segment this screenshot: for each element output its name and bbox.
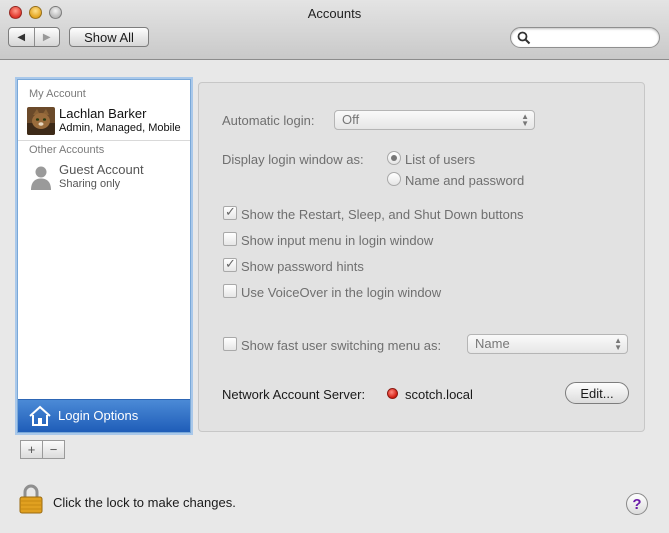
cat-photo-icon bbox=[27, 107, 55, 135]
fast-user-switching-value: Name bbox=[475, 336, 510, 351]
automatic-login-popup[interactable]: Off ▲ ▼ bbox=[334, 110, 535, 130]
display-login-label: Display login window as: bbox=[222, 152, 364, 167]
search-icon bbox=[517, 31, 531, 45]
automatic-login-value: Off bbox=[342, 112, 360, 127]
plus-icon: + bbox=[27, 442, 36, 457]
account-item-guest[interactable]: Guest Account Sharing only bbox=[18, 160, 190, 198]
server-status-icon bbox=[387, 388, 398, 399]
checkbox-label-use-voiceover: Use VoiceOver in the login window bbox=[241, 285, 442, 300]
back-arrow-icon: ◀ bbox=[17, 31, 26, 43]
fast-user-switching-label: Show fast user switching menu as: bbox=[241, 338, 442, 353]
network-account-server-label: Network Account Server: bbox=[222, 387, 366, 402]
edit-server-button[interactable]: Edit... bbox=[565, 382, 629, 404]
checkbox-use-voiceover[interactable] bbox=[223, 284, 237, 298]
fast-user-switching-popup[interactable]: Name ▲ ▼ bbox=[467, 334, 628, 354]
minus-icon: − bbox=[49, 442, 58, 457]
show-all-button[interactable]: Show All bbox=[69, 27, 149, 47]
lock-icon[interactable] bbox=[19, 484, 43, 514]
radio-list-of-users[interactable] bbox=[387, 151, 401, 165]
radio-label-name-and-password: Name and password bbox=[405, 173, 525, 188]
window-title: Accounts bbox=[307, 6, 362, 21]
radio-label-list-of-users: List of users bbox=[405, 152, 476, 167]
account-name: Lachlan Barker bbox=[59, 106, 147, 121]
guest-user-icon bbox=[31, 166, 51, 190]
remove-account-button[interactable]: − bbox=[42, 441, 64, 458]
forward-arrow-icon: ▶ bbox=[42, 31, 51, 43]
automatic-login-label: Automatic login: bbox=[222, 113, 315, 128]
checkbox-show-input-menu[interactable] bbox=[223, 232, 237, 246]
checkbox-label-show-password-hints: Show password hints bbox=[241, 259, 364, 274]
forward-button[interactable]: ▶ bbox=[33, 28, 60, 46]
other-accounts-header: Other Accounts bbox=[29, 144, 105, 156]
my-account-header: My Account bbox=[29, 88, 86, 100]
user-avatar bbox=[27, 107, 55, 135]
login-options-item[interactable]: Login Options bbox=[18, 399, 190, 432]
house-icon bbox=[29, 405, 51, 426]
help-button[interactable]: ? bbox=[626, 493, 648, 515]
back-forward-group: ◀ ▶ bbox=[8, 27, 60, 47]
account-subtitle: Admin, Managed, Mobile bbox=[59, 122, 181, 134]
checkbox-show-password-hints[interactable] bbox=[223, 256, 237, 272]
popup-arrows-icon: ▲ ▼ bbox=[521, 112, 529, 128]
login-options-label: Login Options bbox=[58, 408, 139, 423]
popup-arrows-icon: ▲ ▼ bbox=[614, 336, 622, 352]
back-button[interactable]: ◀ bbox=[9, 28, 34, 46]
search-field[interactable] bbox=[510, 27, 660, 48]
network-account-server-value: scotch.local bbox=[405, 387, 473, 402]
login-options-pane bbox=[198, 82, 645, 432]
radio-name-and-password[interactable] bbox=[387, 172, 401, 186]
help-question-icon: ? bbox=[632, 495, 642, 513]
lock-message: Click the lock to make changes. bbox=[53, 495, 236, 510]
accounts-list[interactable]: My Account Lachlan Barker Admin, Managed… bbox=[17, 79, 191, 433]
checkbox-label-show-input-menu: Show input menu in login window bbox=[241, 233, 434, 248]
add-account-button[interactable]: + bbox=[21, 441, 42, 458]
checkbox-fast-user-switching[interactable] bbox=[223, 337, 237, 351]
window-titlebar: Accounts ◀ ▶ Show All bbox=[0, 0, 669, 60]
account-item-lachlan[interactable]: Lachlan Barker Admin, Managed, Mobile bbox=[18, 104, 190, 142]
section-divider bbox=[18, 140, 190, 141]
add-remove-group: + − bbox=[20, 440, 65, 459]
checkbox-show-restart-buttons[interactable] bbox=[223, 204, 237, 220]
account-subtitle: Sharing only bbox=[59, 178, 121, 190]
account-name: Guest Account bbox=[59, 162, 144, 177]
checkbox-label-show-restart-buttons: Show the Restart, Sleep, and Shut Down b… bbox=[241, 207, 524, 222]
